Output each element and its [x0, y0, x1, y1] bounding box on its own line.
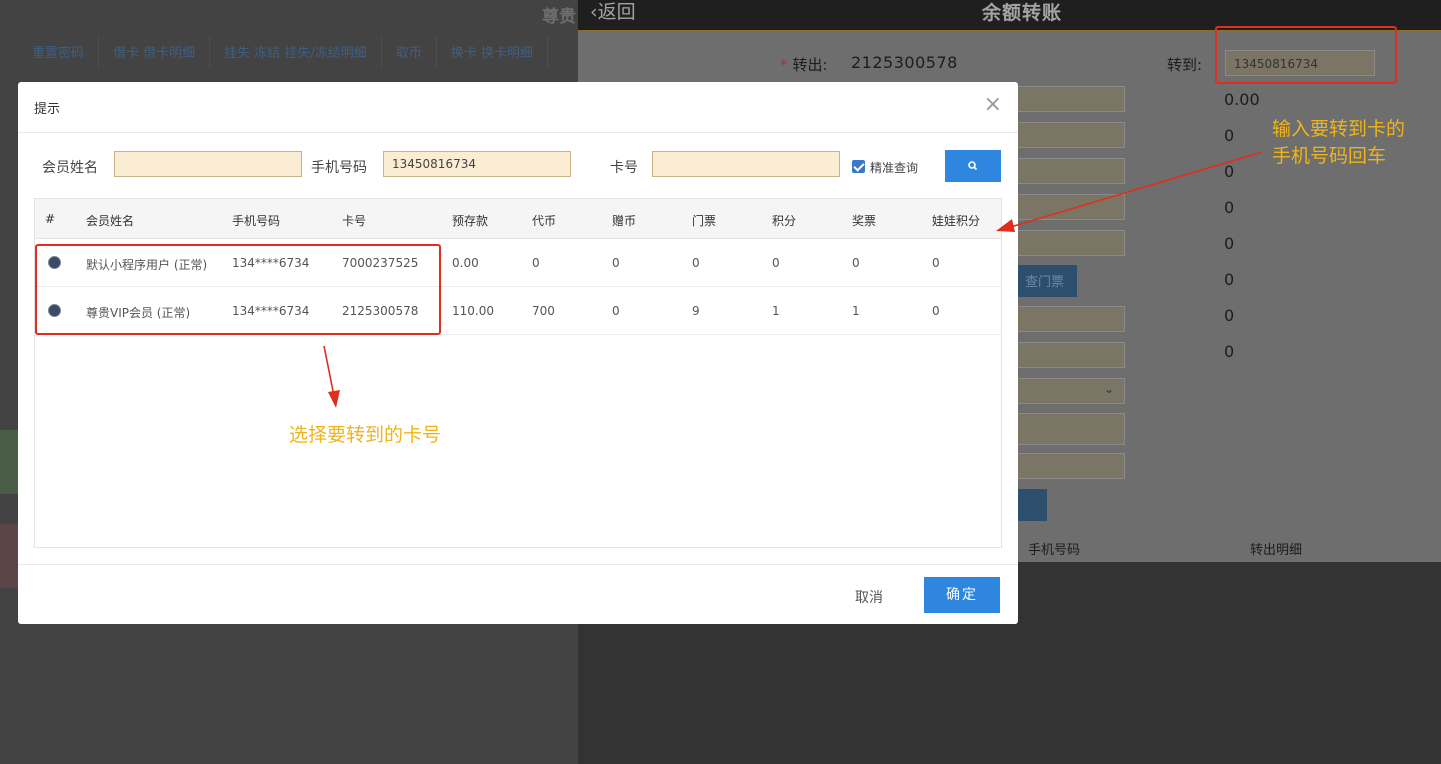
- annotation-phone-hint: 输入要转到卡的 手机号码回车: [1272, 118, 1406, 167]
- bg-tab-withdraw: 取币: [382, 36, 437, 68]
- col-doll-points: 娃娃积分: [932, 214, 981, 228]
- back-label: 返回: [597, 1, 636, 23]
- amount-value-4: 0: [1224, 198, 1235, 217]
- bg-tab-change-card: 换卡 换卡明细: [437, 36, 548, 68]
- cell-deposit: 110.00: [452, 304, 494, 318]
- amount-value-3: 0: [1224, 162, 1235, 181]
- cell-deposit: 0.00: [452, 256, 479, 270]
- amount-value-1: 0.00: [1224, 90, 1260, 109]
- bg-red-block: [0, 524, 18, 588]
- confirm-button[interactable]: 确定: [924, 577, 1000, 613]
- col-bonus-coins: 赠币: [612, 214, 637, 228]
- dialog-title: 提示: [34, 102, 61, 117]
- to-label: 转到:: [1167, 56, 1203, 74]
- amount-value-8: 0: [1224, 342, 1235, 361]
- col-card-no: 卡号: [342, 214, 367, 228]
- transfer-title: 余额转账: [982, 2, 1063, 24]
- col-index: #: [45, 212, 56, 226]
- cell-points: 1: [772, 304, 780, 318]
- form-field-4[interactable]: [1015, 194, 1125, 220]
- table-header-transfer-detail: 转出明细: [1250, 543, 1303, 558]
- col-points: 积分: [772, 214, 797, 228]
- col-member-name: 会员姓名: [86, 214, 135, 228]
- form-field-7[interactable]: [1015, 342, 1125, 368]
- form-field-3[interactable]: [1015, 158, 1125, 184]
- col-tickets: 门票: [692, 214, 717, 228]
- ticket-button[interactable]: 查门票: [1015, 265, 1077, 297]
- form-field-5[interactable]: [1015, 230, 1125, 256]
- phone-input[interactable]: 13450816734: [383, 151, 571, 177]
- annotation-highlight-phone: [1215, 26, 1397, 84]
- bg-tab-lost-freeze: 挂失 冻结 挂失/冻结明细: [210, 36, 382, 68]
- form-field-6[interactable]: [1015, 306, 1125, 332]
- bg-green-block: [0, 430, 18, 494]
- bg-tab-borrow-card: 借卡 借卡明细: [99, 36, 211, 68]
- back-button[interactable]: ‹返回: [590, 0, 636, 24]
- bg-action-tabs: 重置密码 借卡 借卡明细 挂失 冻结 挂失/冻结明细 取币 换卡 换卡明细: [18, 36, 578, 68]
- member-name-input[interactable]: [114, 151, 302, 177]
- search-button[interactable]: [945, 150, 1001, 182]
- cell-points: 0: [772, 256, 780, 270]
- bg-page-title: 尊贵: [542, 7, 576, 27]
- cell-tickets: 9: [692, 304, 700, 318]
- amount-value-7: 0: [1224, 306, 1235, 325]
- out-card-value: 2125300578: [851, 53, 958, 72]
- col-tokens: 代币: [532, 214, 557, 228]
- card-no-input[interactable]: [652, 151, 840, 177]
- col-prize-tickets: 奖票: [852, 214, 877, 228]
- out-label: * 转出:: [780, 56, 828, 74]
- cell-bonus-coins: 0: [612, 256, 620, 270]
- exact-search-checkbox[interactable]: [852, 160, 865, 173]
- amount-value-5: 0: [1224, 234, 1235, 253]
- submit-button[interactable]: [1015, 489, 1047, 521]
- cell-tickets: 0: [692, 256, 700, 270]
- exact-search-label: 精准查询: [870, 161, 919, 175]
- form-textarea[interactable]: [1015, 413, 1125, 445]
- form-select[interactable]: ⌄: [1015, 378, 1125, 404]
- cell-bonus-coins: 0: [612, 304, 620, 318]
- cancel-button[interactable]: 取消: [855, 587, 883, 607]
- form-field-8[interactable]: [1015, 453, 1125, 479]
- form-field-2[interactable]: [1015, 122, 1125, 148]
- bg-tab-reset-password: 重置密码: [18, 36, 100, 68]
- annotation-select-hint: 选择要转到的卡号: [289, 424, 442, 446]
- amount-value-6: 0: [1224, 270, 1235, 289]
- chevron-down-icon: ⌄: [1103, 382, 1114, 396]
- annotation-highlight-rows: [35, 244, 441, 335]
- table-header-row: # 会员姓名 手机号码 卡号 预存款 代币 赠币 门票 积分 奖票 娃娃积分: [35, 199, 1001, 239]
- cell-doll-points: 0: [932, 304, 940, 318]
- close-icon[interactable]: ×: [984, 94, 1002, 116]
- search-icon: [968, 161, 978, 171]
- footer-divider: [18, 564, 1018, 565]
- col-phone: 手机号码: [232, 214, 281, 228]
- member-select-dialog: 提示 × 会员姓名 手机号码 13450816734 卡号 精准查询 # 会员姓…: [18, 82, 1018, 624]
- cell-prize-tickets: 0: [852, 256, 860, 270]
- phone-label: 手机号码: [311, 160, 367, 176]
- table-header-phone: 手机号码: [1028, 543, 1081, 558]
- form-field-1[interactable]: [1015, 86, 1125, 112]
- dialog-divider: [18, 132, 1018, 133]
- card-no-label: 卡号: [610, 160, 638, 176]
- cell-prize-tickets: 1: [852, 304, 860, 318]
- col-deposit: 预存款: [452, 214, 489, 228]
- cell-tokens: 0: [532, 256, 540, 270]
- amount-value-2: 0: [1224, 126, 1235, 145]
- cell-doll-points: 0: [932, 256, 940, 270]
- cell-tokens: 700: [532, 304, 555, 318]
- member-name-label: 会员姓名: [42, 160, 98, 176]
